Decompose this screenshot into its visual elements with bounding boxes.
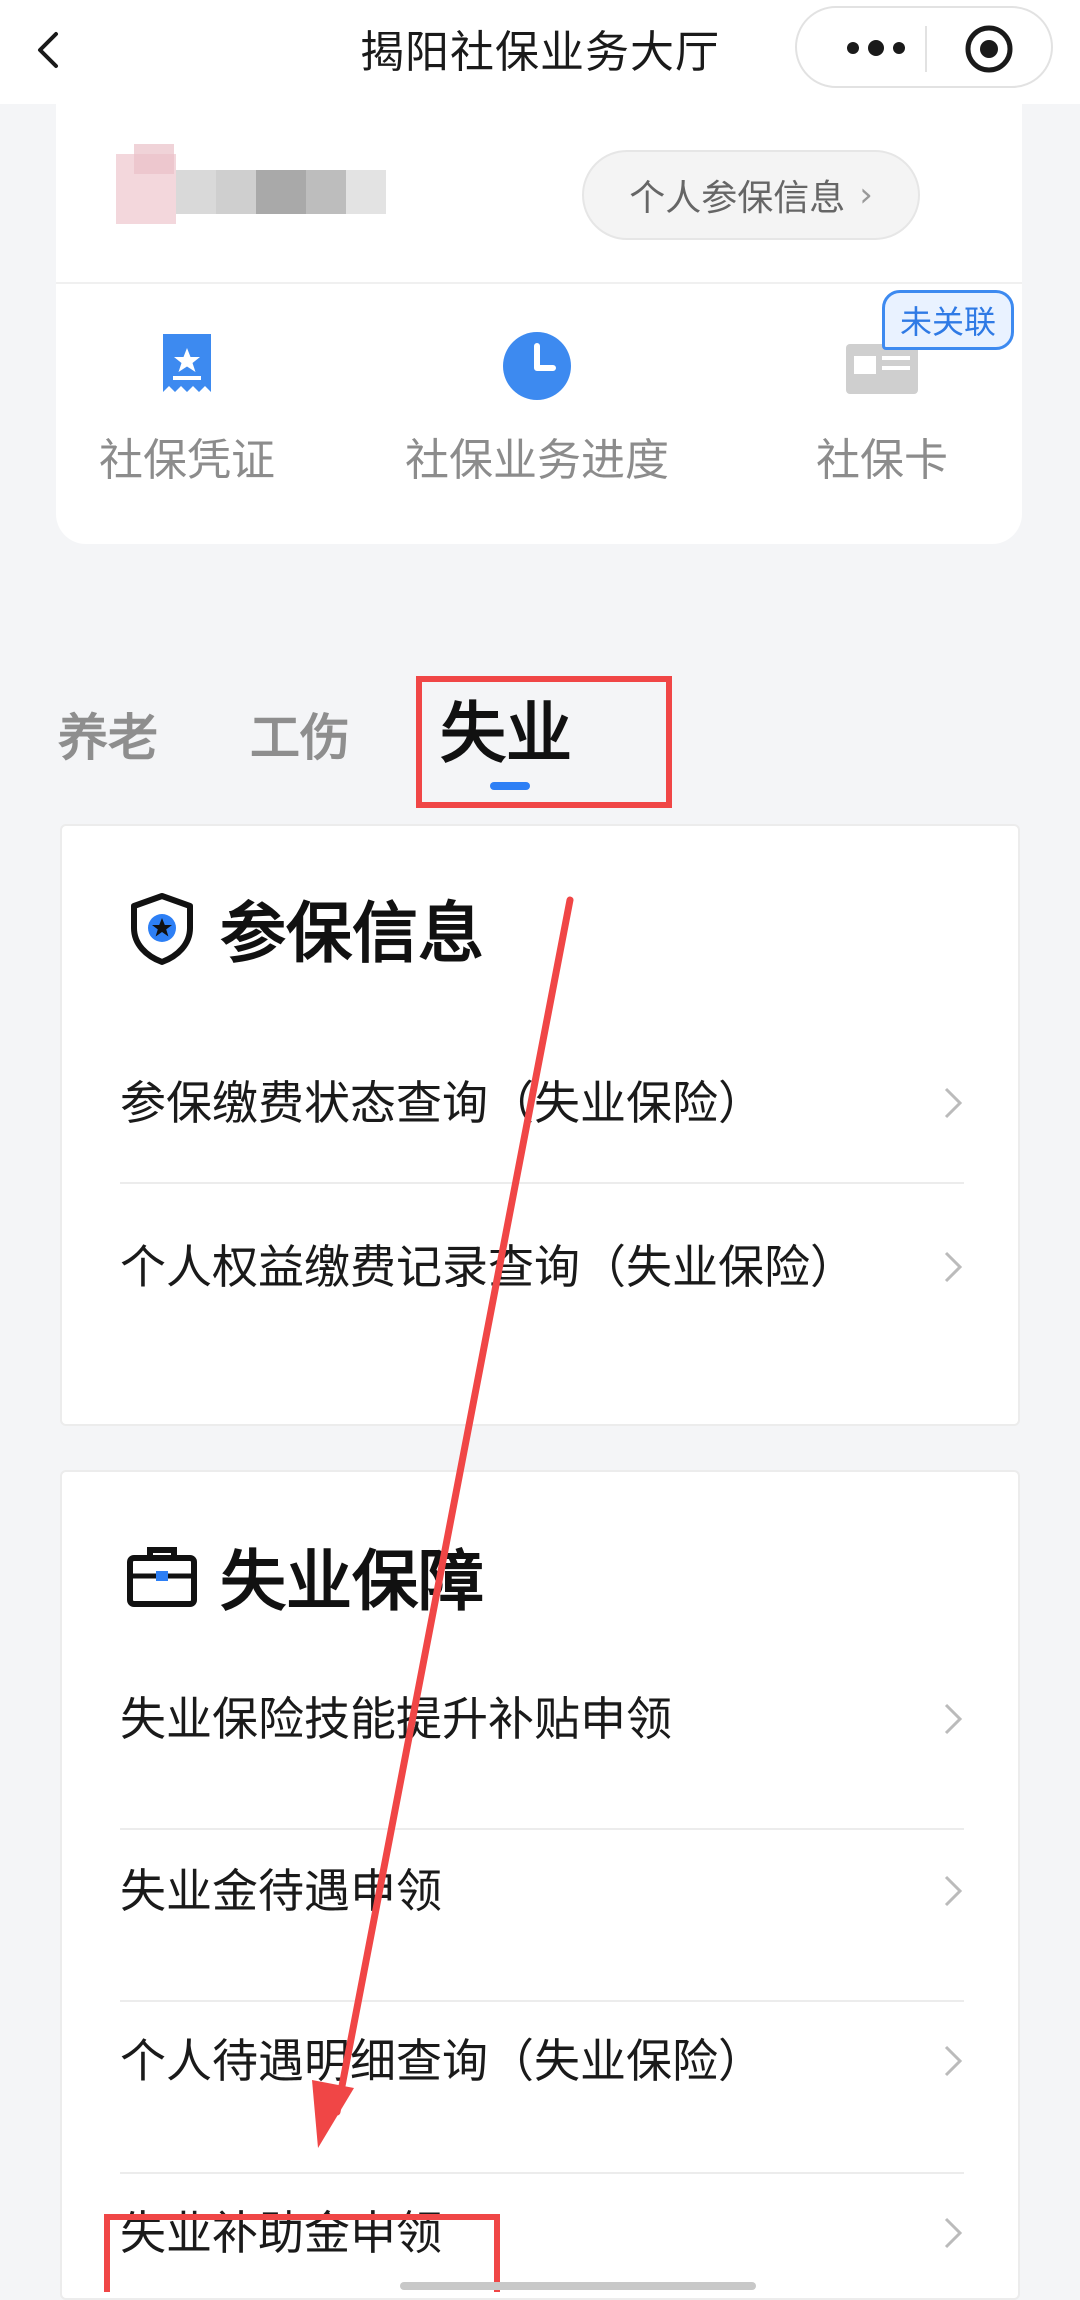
tab-pension[interactable]: 养老 xyxy=(58,698,158,770)
profile-card: 个人参保信息 › 社保凭证 社保业务进度 社保卡 未关联 xyxy=(56,104,1022,544)
top-nav-bar: 揭阳社保业务大厅 xyxy=(0,0,1080,104)
section-title: 失业保障 xyxy=(220,1543,484,1620)
capsule-divider xyxy=(925,26,927,72)
annotation-highlight-tab xyxy=(416,676,672,808)
section-unemployment-protection: 失业保障 失业保险技能提升补贴申领 失业金待遇申领 个人待遇明细查询（失业保险）… xyxy=(60,1470,1020,2300)
tab-work-injury[interactable]: 工伤 xyxy=(250,698,350,770)
chevron-right-icon xyxy=(944,1703,963,1735)
list-item-unemployment-benefit[interactable]: 失业金待遇申领 xyxy=(120,1858,964,1924)
annotation-highlight-subsidy xyxy=(104,2214,500,2292)
clock-icon xyxy=(503,332,571,400)
blurred-user-name xyxy=(116,144,386,224)
miniprogram-capsule xyxy=(795,6,1053,88)
home-indicator xyxy=(400,2282,756,2290)
chevron-right-icon xyxy=(944,1251,963,1283)
list-item-label: 个人待遇明细查询（失业保险） xyxy=(120,2034,764,2088)
chevron-right-icon: › xyxy=(859,175,873,215)
shield-star-icon xyxy=(131,893,193,965)
quick-action-label: 社保卡 xyxy=(816,435,948,486)
personal-insurance-info-label: 个人参保信息 xyxy=(629,178,846,219)
section-header: 失业保障 xyxy=(124,1528,484,1624)
quick-action-label: 社保业务进度 xyxy=(405,435,669,486)
divider xyxy=(120,1182,964,1184)
list-item-contribution-records[interactable]: 个人权益缴费记录查询（失业保险） xyxy=(120,1234,964,1300)
close-miniprogram-icon[interactable] xyxy=(962,22,1016,76)
unlinked-badge: 未关联 xyxy=(882,290,1014,350)
chevron-right-icon xyxy=(944,2045,963,2077)
divider xyxy=(120,2000,964,2002)
section-title: 参保信息 xyxy=(220,895,484,972)
list-item-skills-subsidy[interactable]: 失业保险技能提升补贴申领 xyxy=(120,1686,964,1752)
divider xyxy=(120,1424,964,1426)
personal-insurance-info-button[interactable]: 个人参保信息 › xyxy=(582,150,920,240)
list-item-label: 失业金待遇申领 xyxy=(120,1864,442,1918)
quick-action-social-card[interactable]: 社保卡 xyxy=(782,326,982,488)
quick-action-certificate[interactable]: 社保凭证 xyxy=(82,326,292,488)
chevron-right-icon xyxy=(944,2217,963,2249)
section-header: 参保信息 xyxy=(124,880,484,976)
divider xyxy=(56,282,1022,284)
list-item-label: 参保缴费状态查询（失业保险） xyxy=(120,1076,764,1130)
quick-action-progress[interactable]: 社保业务进度 xyxy=(382,326,692,488)
divider xyxy=(120,2172,964,2174)
list-item-benefit-details[interactable]: 个人待遇明细查询（失业保险） xyxy=(120,2028,964,2094)
more-options-icon[interactable] xyxy=(831,28,921,68)
quick-action-label: 社保凭证 xyxy=(99,435,275,486)
list-item-contribution-status[interactable]: 参保缴费状态查询（失业保险） xyxy=(120,1070,964,1136)
divider xyxy=(120,1828,964,1830)
chevron-right-icon xyxy=(944,1087,963,1119)
section-insurance-info: 参保信息 参保缴费状态查询（失业保险） 个人权益缴费记录查询（失业保险） xyxy=(60,824,1020,1426)
certificate-icon xyxy=(163,334,211,392)
list-item-label: 个人权益缴费记录查询（失业保险） xyxy=(120,1240,856,1294)
chevron-right-icon xyxy=(944,1875,963,1907)
briefcase-icon xyxy=(127,1547,197,1607)
list-item-label: 失业保险技能提升补贴申领 xyxy=(120,1692,672,1746)
